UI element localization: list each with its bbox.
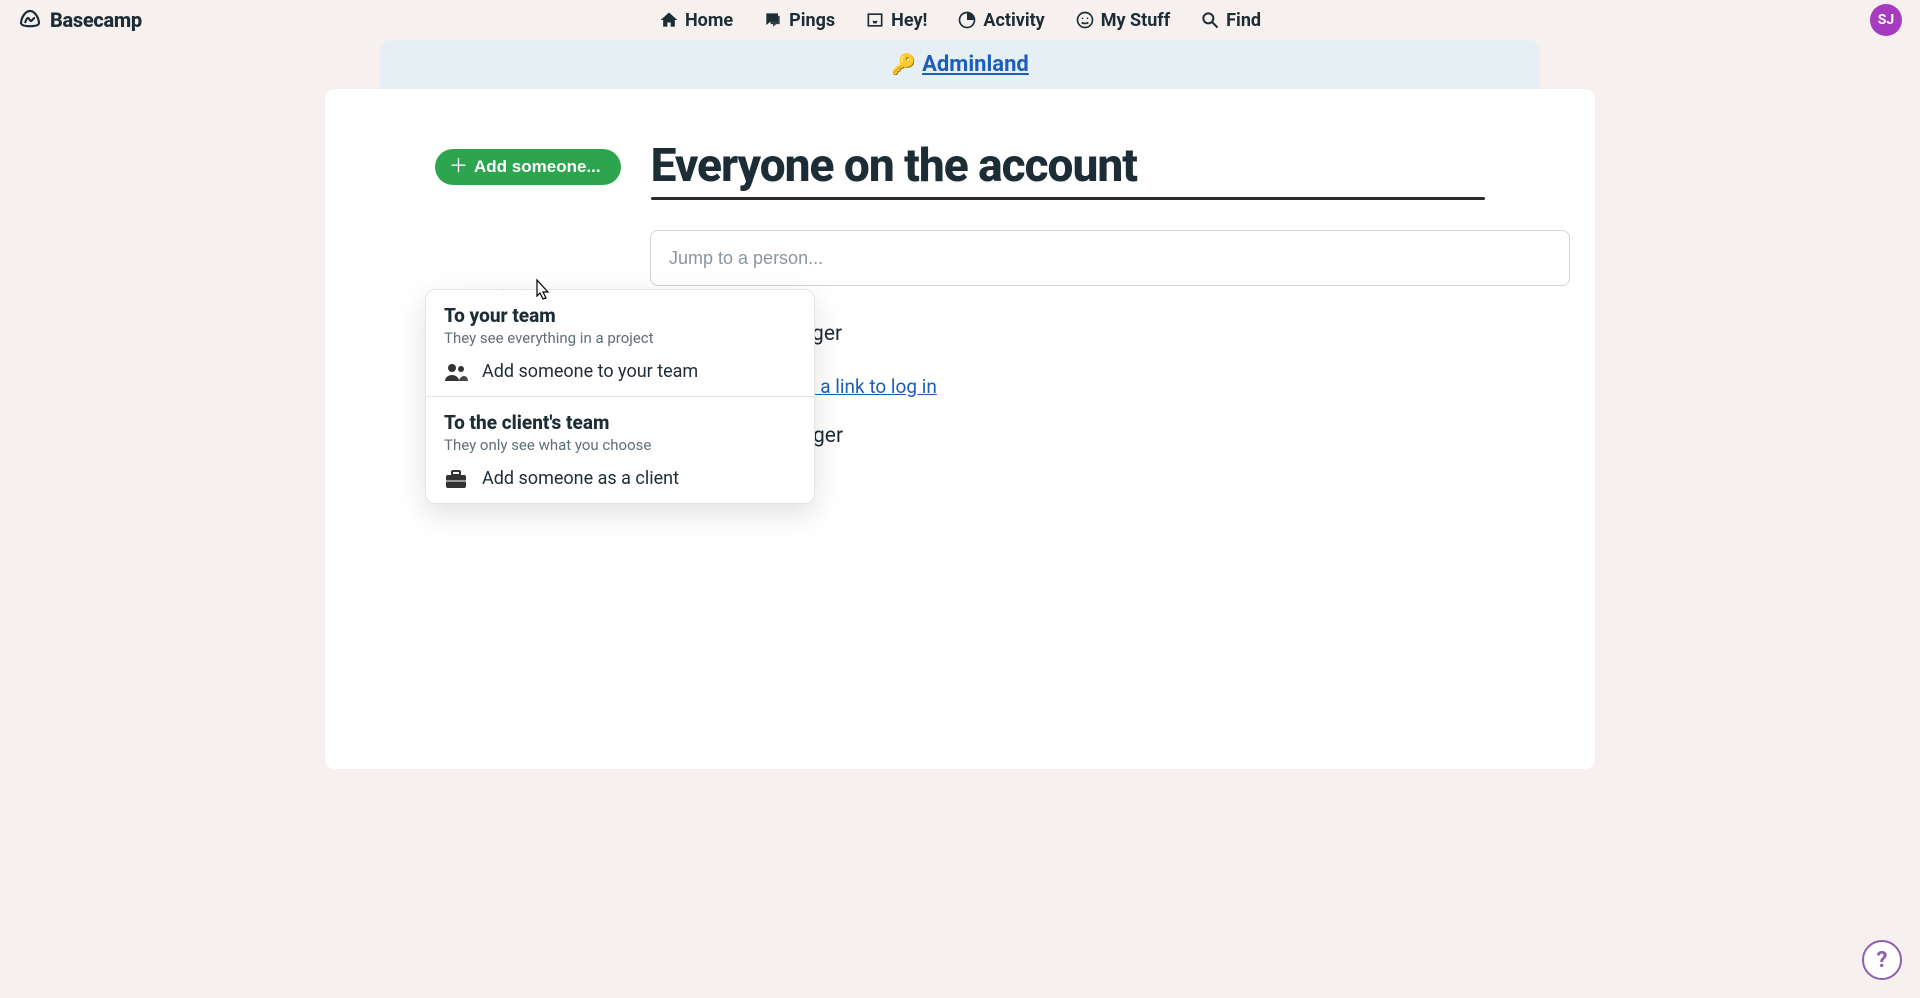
current-user-avatar[interactable]: SJ	[1870, 4, 1902, 36]
nav-hey-label: Hey!	[891, 10, 927, 31]
briefcase-icon	[444, 469, 468, 489]
page-title: Everyone on the account	[651, 139, 1485, 193]
dropdown-team-section: To your team They see everything in a pr…	[426, 290, 814, 351]
nav-activity[interactable]: Activity	[957, 10, 1044, 31]
avatar-initials: SJ	[1878, 12, 1894, 28]
search-icon	[1200, 10, 1220, 30]
people-icon	[444, 363, 468, 381]
nav-home[interactable]: Home	[659, 10, 733, 31]
brand-name: Basecamp	[50, 8, 142, 32]
basecamp-logo-icon	[18, 6, 42, 35]
nav-home-label: Home	[685, 10, 733, 31]
nav-pings-label: Pings	[789, 10, 835, 31]
dropdown-client-sub: They only see what you choose	[444, 436, 796, 454]
top-nav: Basecamp Home Pings Hey! Activity	[0, 0, 1920, 40]
add-someone-label: Add someone...	[474, 157, 601, 177]
activity-pie-icon	[957, 10, 977, 30]
dropdown-add-client-option[interactable]: Add someone as a client	[426, 458, 814, 503]
nav-find[interactable]: Find	[1200, 10, 1261, 31]
nav-mystuff[interactable]: My Stuff	[1075, 10, 1170, 31]
add-someone-dropdown: To your team They see everything in a pr…	[425, 289, 815, 504]
nav-links: Home Pings Hey! Activity My Stuff	[659, 10, 1261, 31]
key-icon: 🔑	[891, 52, 916, 76]
chat-icon	[763, 10, 783, 30]
people-search-input[interactable]	[650, 230, 1570, 286]
dropdown-add-team-option[interactable]: Add someone to your team	[426, 351, 814, 396]
smile-icon	[1075, 10, 1095, 30]
dropdown-team-option-label: Add someone to your team	[482, 361, 698, 382]
title-underline	[651, 197, 1485, 200]
nav-find-label: Find	[1226, 10, 1261, 31]
nav-activity-label: Activity	[983, 10, 1044, 31]
help-label: ?	[1877, 948, 1888, 973]
nav-hey[interactable]: Hey!	[865, 10, 927, 31]
dropdown-client-option-label: Add someone as a client	[482, 468, 679, 489]
nav-mystuff-label: My Stuff	[1101, 10, 1170, 31]
dropdown-team-heading: To your team	[444, 304, 796, 327]
add-someone-button[interactable]: ＋ Add someone...	[435, 149, 621, 185]
brand-logo[interactable]: Basecamp	[18, 0, 142, 40]
main-card: ＋ Add someone... Everyone on the account…	[325, 89, 1595, 769]
search-wrap	[650, 230, 1485, 286]
title-wrap: Everyone on the account	[651, 139, 1485, 200]
dropdown-client-section: To the client's team They only see what …	[426, 397, 814, 458]
nav-pings[interactable]: Pings	[763, 10, 835, 31]
card-header: ＋ Add someone... Everyone on the account	[435, 139, 1485, 200]
add-someone-wrap: ＋ Add someone...	[435, 139, 621, 185]
inbox-icon	[865, 10, 885, 30]
help-button[interactable]: ?	[1862, 940, 1902, 980]
adminland-link[interactable]: Adminland	[922, 52, 1029, 77]
dropdown-client-heading: To the client's team	[444, 411, 796, 434]
home-icon	[659, 10, 679, 30]
dropdown-team-sub: They see everything in a project	[444, 329, 796, 347]
